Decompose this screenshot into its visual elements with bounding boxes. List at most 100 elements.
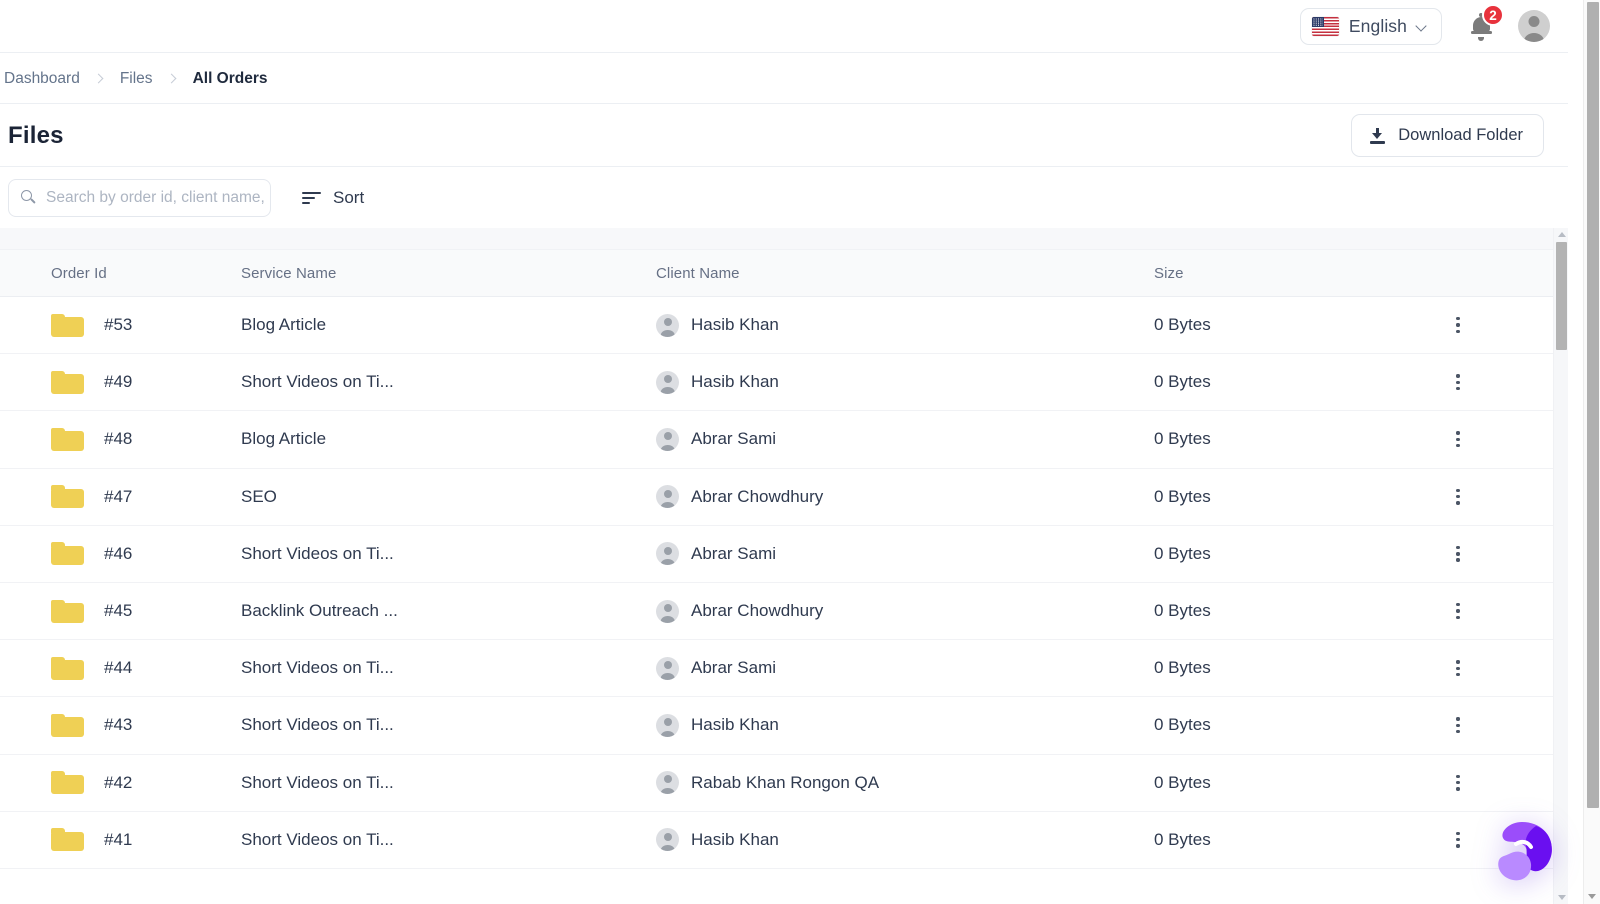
folder-icon bbox=[51, 771, 84, 794]
chat-pinwheel-icon bbox=[1486, 814, 1558, 886]
row-menu-icon[interactable] bbox=[1447, 543, 1469, 565]
client-avatar-icon bbox=[656, 600, 679, 623]
download-icon bbox=[1370, 128, 1385, 144]
cell-actions bbox=[1414, 543, 1502, 565]
breadcrumb-item-files[interactable]: Files bbox=[120, 70, 153, 88]
row-menu-icon[interactable] bbox=[1447, 829, 1469, 851]
client-avatar-icon bbox=[656, 828, 679, 851]
sort-button[interactable]: Sort bbox=[296, 182, 370, 214]
cell-service-name: Blog Article bbox=[241, 429, 656, 449]
scroll-up-arrow-icon[interactable] bbox=[1558, 232, 1566, 237]
client-name-label: Hasib Khan bbox=[691, 315, 779, 335]
client-avatar-icon bbox=[656, 428, 679, 451]
client-avatar-icon bbox=[656, 657, 679, 680]
search-box[interactable] bbox=[8, 179, 271, 217]
cell-service-name: Short Videos on Ti... bbox=[241, 773, 656, 793]
cell-actions bbox=[1414, 772, 1502, 794]
row-menu-icon[interactable] bbox=[1447, 600, 1469, 622]
client-name-label: Abrar Sami bbox=[691, 429, 776, 449]
cell-actions bbox=[1414, 371, 1502, 393]
notifications-button[interactable]: 2 bbox=[1468, 11, 1494, 41]
cell-actions bbox=[1414, 600, 1502, 622]
table-row[interactable]: #43Short Videos on Ti...Hasib Khan0 Byte… bbox=[0, 697, 1553, 754]
page-scroll-down-arrow-icon[interactable] bbox=[1588, 894, 1596, 899]
cell-size: 0 Bytes bbox=[1154, 429, 1414, 449]
client-avatar-icon bbox=[656, 485, 679, 508]
client-name-label: Abrar Chowdhury bbox=[691, 601, 823, 621]
page-scrollbar-thumb[interactable] bbox=[1587, 2, 1599, 808]
download-folder-button[interactable]: Download Folder bbox=[1351, 114, 1544, 157]
folder-icon bbox=[51, 714, 84, 737]
order-id-label: #42 bbox=[104, 773, 132, 793]
cell-client-name: Abrar Sami bbox=[656, 428, 1154, 451]
scroll-down-arrow-icon[interactable] bbox=[1558, 895, 1566, 900]
row-menu-icon[interactable] bbox=[1447, 486, 1469, 508]
cell-client-name: Abrar Chowdhury bbox=[656, 600, 1154, 623]
table-row[interactable]: #48 Blog Article Abrar Sami 0 Bytes bbox=[0, 411, 1553, 468]
cell-client-name: Hasib Khan bbox=[656, 314, 1154, 337]
table-row[interactable]: #53Blog ArticleHasib Khan0 Bytes bbox=[0, 297, 1553, 354]
table-scrollbar[interactable] bbox=[1553, 228, 1568, 904]
files-table-container: Order Id Service Name Client Name Size #… bbox=[0, 228, 1568, 904]
cell-client-name: Hasib Khan bbox=[656, 714, 1154, 737]
order-id-label: #44 bbox=[104, 658, 132, 678]
search-input[interactable] bbox=[46, 189, 270, 207]
client-avatar-icon bbox=[656, 371, 679, 394]
column-header-client-name: Client Name bbox=[656, 265, 1154, 282]
chat-launcher-button[interactable] bbox=[1486, 814, 1558, 886]
app-page: English 2 Dashboard Files All Orders Fil… bbox=[0, 0, 1600, 904]
cell-actions bbox=[1414, 657, 1502, 679]
cell-order-id: #46 bbox=[0, 542, 241, 565]
cell-size: 0 Bytes bbox=[1154, 715, 1414, 735]
column-header-order-id: Order Id bbox=[0, 265, 241, 282]
avatar[interactable] bbox=[1518, 10, 1550, 42]
cell-service-name: Short Videos on Ti... bbox=[241, 658, 656, 678]
cell-service-name: Blog Article bbox=[241, 315, 656, 335]
cell-order-id: #47 bbox=[0, 485, 241, 508]
sort-label: Sort bbox=[333, 188, 364, 208]
cell-service-name: Short Videos on Ti... bbox=[241, 544, 656, 564]
cell-client-name: Abrar Chowdhury bbox=[656, 485, 1154, 508]
breadcrumb-item-dashboard[interactable]: Dashboard bbox=[4, 70, 80, 88]
cell-order-id: #53 bbox=[0, 314, 241, 337]
order-id-label: #43 bbox=[104, 715, 132, 735]
client-name-label: Abrar Chowdhury bbox=[691, 487, 823, 507]
row-menu-icon[interactable] bbox=[1447, 428, 1469, 450]
table-row[interactable]: #46Short Videos on Ti...Abrar Sami0 Byte… bbox=[0, 526, 1553, 583]
table-row[interactable]: #47SEOAbrar Chowdhury0 Bytes bbox=[0, 469, 1553, 526]
table-row[interactable]: #49Short Videos on Ti...Hasib Khan0 Byte… bbox=[0, 354, 1553, 411]
sort-icon bbox=[302, 191, 321, 205]
row-menu-icon[interactable] bbox=[1447, 772, 1469, 794]
client-avatar-icon bbox=[656, 714, 679, 737]
language-selector[interactable]: English bbox=[1300, 8, 1442, 45]
cell-service-name: Backlink Outreach ... bbox=[241, 601, 656, 621]
row-menu-icon[interactable] bbox=[1447, 371, 1469, 393]
page-scrollbar[interactable] bbox=[1583, 0, 1600, 904]
cell-size: 0 Bytes bbox=[1154, 601, 1414, 621]
cell-actions bbox=[1414, 314, 1502, 336]
cell-size: 0 Bytes bbox=[1154, 487, 1414, 507]
table-row[interactable]: #44Short Videos on Ti...Abrar Sami0 Byte… bbox=[0, 640, 1553, 697]
row-menu-icon[interactable] bbox=[1447, 314, 1469, 336]
order-id-label: #48 bbox=[104, 429, 132, 449]
row-menu-icon[interactable] bbox=[1447, 657, 1469, 679]
column-header-service-name: Service Name bbox=[241, 265, 656, 282]
cell-order-id: #43 bbox=[0, 714, 241, 737]
client-name-label: Abrar Sami bbox=[691, 544, 776, 564]
folder-icon bbox=[51, 657, 84, 680]
table-row[interactable]: #45Backlink Outreach ...Abrar Chowdhury0… bbox=[0, 583, 1553, 640]
table-body: #53 Blog Article Hasib Khan 0 Bytes #49Short… bbox=[0, 297, 1553, 869]
order-id-label: #41 bbox=[104, 830, 132, 850]
chevron-down-icon bbox=[1417, 21, 1428, 32]
table-row[interactable]: #41Short Videos on Ti...Hasib Khan0 Byte… bbox=[0, 812, 1553, 869]
client-name-label: Hasib Khan bbox=[691, 715, 779, 735]
client-name-label: Abrar Sami bbox=[691, 658, 776, 678]
cell-actions bbox=[1414, 428, 1502, 450]
order-id-label: #53 bbox=[104, 315, 132, 335]
notification-badge: 2 bbox=[1482, 4, 1504, 26]
row-menu-icon[interactable] bbox=[1447, 714, 1469, 736]
table-row[interactable]: #42Short Videos on Ti...Rabab Khan Rongo… bbox=[0, 755, 1553, 812]
chevron-right-icon bbox=[163, 72, 183, 86]
cell-order-id: #42 bbox=[0, 771, 241, 794]
table-scrollbar-thumb[interactable] bbox=[1556, 242, 1567, 350]
